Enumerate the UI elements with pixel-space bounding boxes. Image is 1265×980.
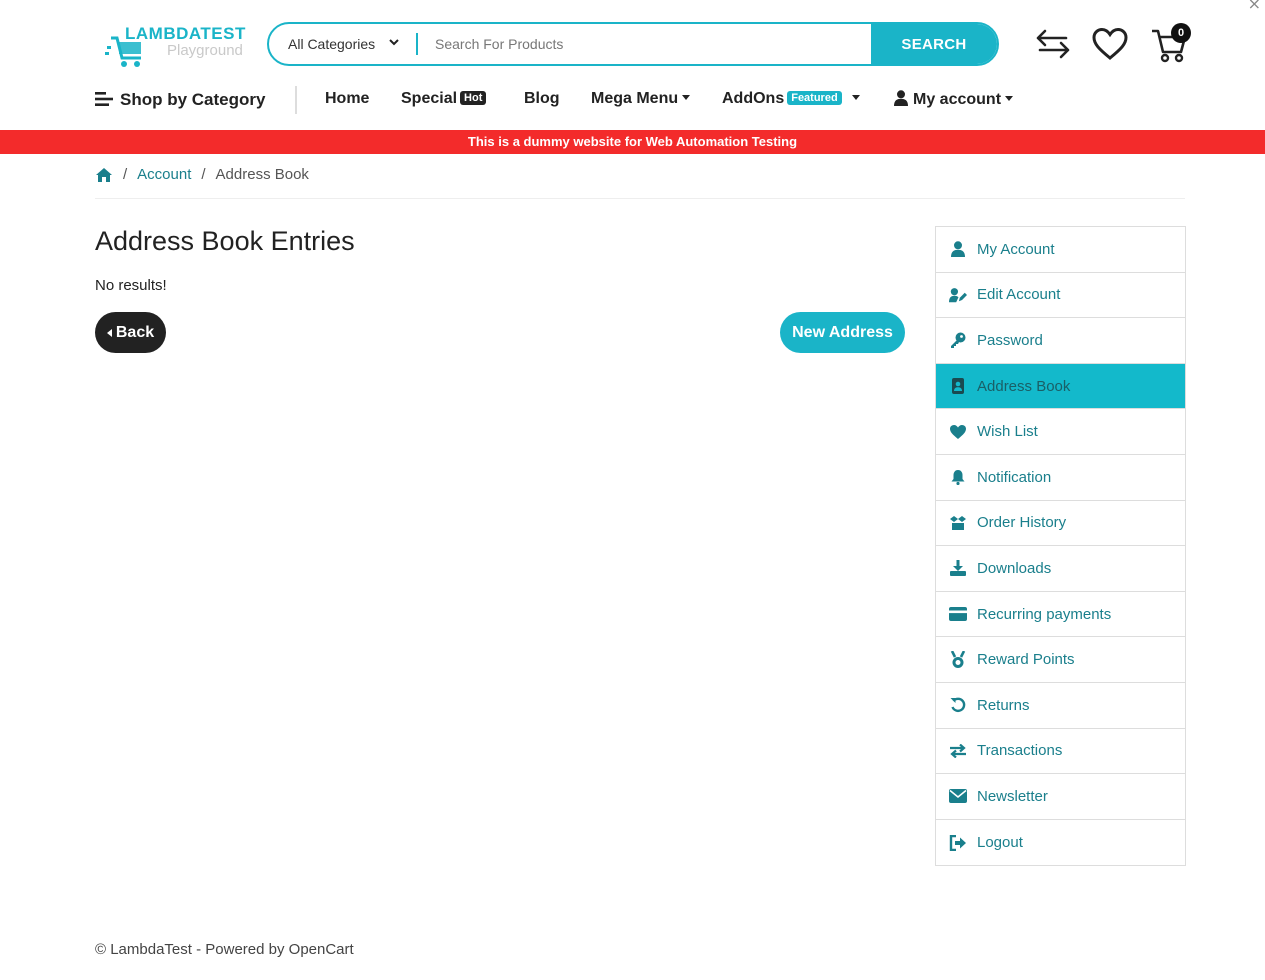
shop-by-category-label: Shop by Category xyxy=(120,90,266,109)
nav-blog[interactable]: Blog xyxy=(524,90,560,108)
sidebar-item-transactions[interactable]: Transactions xyxy=(936,729,1185,775)
close-icon[interactable]: × xyxy=(1248,0,1261,13)
hot-badge: Hot xyxy=(460,91,487,105)
sidebar-item-password[interactable]: Password xyxy=(936,318,1185,364)
nav-addons-label: AddOns xyxy=(722,90,785,107)
nav-special[interactable]: Special Hot xyxy=(401,90,487,108)
sidebar-item-label: Edit Account xyxy=(977,286,1061,304)
envelope-icon xyxy=(949,787,967,805)
breadcrumb-account-link[interactable]: Account xyxy=(137,166,191,183)
breadcrumb-separator: / xyxy=(201,166,206,183)
user-icon xyxy=(894,90,908,111)
sidebar-item-label: Logout xyxy=(977,834,1023,852)
menu-icon xyxy=(95,91,113,112)
credit-card-icon xyxy=(949,605,967,623)
exchange-icon xyxy=(949,742,967,760)
sign-out-icon xyxy=(949,834,967,852)
key-icon xyxy=(949,331,967,349)
featured-badge: Featured xyxy=(787,91,842,105)
sidebar-item-logout[interactable]: Logout xyxy=(936,820,1185,866)
sidebar-item-wish-list[interactable]: Wish List xyxy=(936,409,1185,455)
shop-by-category-menu[interactable]: Shop by Category xyxy=(95,90,265,112)
breadcrumb-separator: / xyxy=(123,166,128,183)
sidebar-item-label: Newsletter xyxy=(977,787,1048,805)
sidebar-item-label: Password xyxy=(977,331,1043,349)
sidebar-item-label: Returns xyxy=(977,696,1030,714)
sidebar-item-label: Notification xyxy=(977,468,1052,486)
sidebar-item-address-book[interactable]: Address Book xyxy=(936,363,1185,410)
account-sidebar: My Account Edit Account Password Address… xyxy=(935,226,1186,867)
category-select[interactable]: All Categories xyxy=(269,24,416,64)
search-input[interactable] xyxy=(418,24,871,64)
nav-special-label: Special xyxy=(401,90,458,107)
caret-down-icon xyxy=(1005,96,1014,101)
category-select-value: All Categories xyxy=(288,36,376,52)
nav-mega-menu-label: Mega Menu xyxy=(591,90,679,107)
nav-mega-menu[interactable]: Mega Menu xyxy=(591,90,691,108)
wishlist-heart-icon[interactable] xyxy=(1091,27,1129,66)
caret-left-icon xyxy=(106,328,112,337)
empty-results-text: No results! xyxy=(95,277,167,294)
sidebar-item-notification[interactable]: Notification xyxy=(936,455,1185,501)
back-button-label: Back xyxy=(115,323,155,341)
sidebar-item-reward-points[interactable]: Reward Points xyxy=(936,637,1185,683)
user-edit-icon xyxy=(949,286,967,304)
caret-down-icon xyxy=(851,95,860,100)
logo-subtitle: Playground xyxy=(167,42,243,59)
footer-copyright: © LambdaTest - Powered by OpenCart xyxy=(95,941,354,958)
bell-icon xyxy=(949,468,967,486)
search-button[interactable]: SEARCH xyxy=(871,24,997,64)
breadcrumb: / Account / Address Book xyxy=(95,166,309,183)
nav-addons[interactable]: AddOns Featured xyxy=(722,90,860,108)
sidebar-item-label: Address Book xyxy=(977,377,1071,395)
cart-count-badge: 0 xyxy=(1171,23,1191,43)
sidebar-item-label: Downloads xyxy=(977,559,1052,577)
sidebar-item-recurring-payments[interactable]: Recurring payments xyxy=(936,592,1185,638)
nav-home[interactable]: Home xyxy=(325,90,369,108)
download-icon xyxy=(949,559,967,577)
nav-my-account[interactable]: My account xyxy=(894,90,1014,111)
site-logo[interactable]: LAMBDATEST Playground xyxy=(105,24,250,70)
sidebar-item-returns[interactable]: Returns xyxy=(936,683,1185,729)
new-address-button[interactable]: New Address xyxy=(780,312,905,353)
sidebar-item-downloads[interactable]: Downloads xyxy=(936,546,1185,592)
address-book-icon xyxy=(949,377,967,395)
nav-separator xyxy=(295,86,297,114)
user-icon xyxy=(949,240,967,258)
page-title: Address Book Entries xyxy=(95,226,355,256)
sidebar-item-label: Reward Points xyxy=(977,651,1075,669)
nav-my-account-label: My account xyxy=(913,91,1002,108)
caret-down-icon xyxy=(682,95,691,100)
sidebar-item-my-account[interactable]: My Account xyxy=(936,227,1185,273)
undo-icon xyxy=(949,696,967,714)
sidebar-item-newsletter[interactable]: Newsletter xyxy=(936,774,1185,820)
sidebar-item-label: Recurring payments xyxy=(977,605,1112,623)
search-bar: All Categories SEARCH xyxy=(267,22,999,66)
sidebar-item-label: Order History xyxy=(977,514,1067,532)
sidebar-item-order-history[interactable]: Order History xyxy=(936,501,1185,547)
breadcrumb-divider xyxy=(95,198,1185,199)
back-button[interactable]: Back xyxy=(95,312,166,353)
box-icon xyxy=(949,514,967,532)
medal-icon xyxy=(949,650,967,669)
sidebar-item-label: Transactions xyxy=(977,742,1063,760)
home-icon[interactable] xyxy=(95,167,113,183)
logo-brand: LAMBDATEST xyxy=(125,24,246,43)
chevron-down-icon xyxy=(389,37,399,50)
compare-icon[interactable] xyxy=(1034,28,1072,65)
sidebar-item-edit-account[interactable]: Edit Account xyxy=(936,273,1185,319)
sidebar-item-label: My Account xyxy=(977,240,1055,258)
main-nav: Shop by Category Home Special Hot Blog Me… xyxy=(95,82,1195,118)
sidebar-item-label: Wish List xyxy=(977,423,1038,441)
heart-icon xyxy=(949,423,967,441)
breadcrumb-current: Address Book xyxy=(215,166,309,183)
dummy-site-notice: This is a dummy website for Web Automati… xyxy=(0,130,1265,154)
